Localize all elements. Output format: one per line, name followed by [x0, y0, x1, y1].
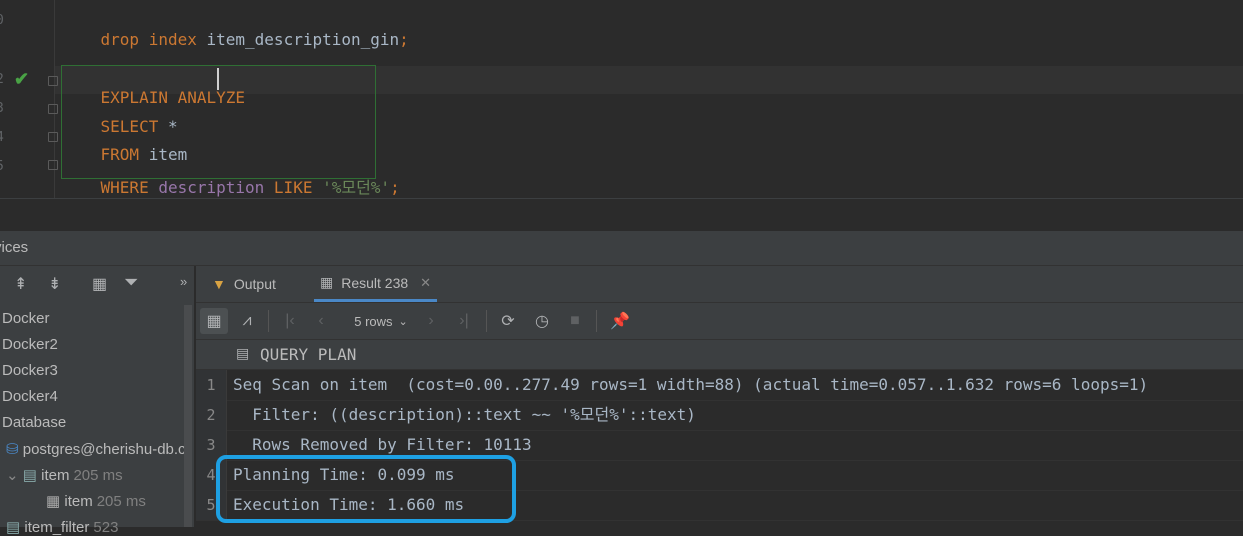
tab-label: Result 238	[341, 274, 409, 291]
tree-item-result[interactable]: ▦ item 205 ms	[46, 492, 146, 510]
code-token: ;	[390, 178, 400, 197]
code-token: LIKE	[273, 178, 323, 197]
query-plan-cell[interactable]: Seq Scan on item (cost=0.00..277.49 rows…	[233, 370, 1148, 400]
row-number: 2	[196, 400, 227, 430]
table-icon: ▦	[46, 493, 61, 510]
services-tree-panel: ⇞ ⇟ ▦ ⏷ » Docker Docker2 Docker3 Docker4…	[0, 266, 195, 536]
line-number: 5	[0, 159, 6, 174]
code-token: '%모던%'	[322, 178, 391, 197]
tree-item-postgres[interactable]: ⛁ postgres@cherishu-db.c	[6, 440, 186, 458]
first-page-icon[interactable]: |‹	[280, 308, 300, 334]
rows-count-label: 5 rows	[354, 313, 393, 329]
tree-item-duration: 523	[93, 519, 119, 536]
filter-icon[interactable]: ⏷	[124, 272, 138, 293]
tree-item-duration: 205 ms	[96, 493, 146, 510]
tree-item-label: Database	[2, 414, 67, 431]
rows-count-select[interactable]: 5 rows ⌄	[346, 308, 416, 334]
tree-item-docker4[interactable]: Docker4	[2, 388, 58, 405]
tree-item-item-filter[interactable]: ▤ item_filter 523	[6, 518, 118, 536]
editor-gutter: 0 2 3 4 5 ✔	[0, 0, 58, 198]
toolbar-separator	[268, 310, 269, 332]
session-icon: ▤	[6, 519, 21, 536]
code-token: WHERE	[100, 178, 159, 197]
tab-output[interactable]: ▼ Output	[212, 266, 276, 302]
tree-item-docker[interactable]: Docker	[2, 310, 50, 327]
table-view-icon[interactable]: ▦	[200, 308, 228, 334]
execution-success-check-icon: ✔	[14, 69, 30, 89]
code-token: item_description_gin	[206, 30, 400, 49]
query-plan-cell[interactable]: Filter: ((description)::text ~~ '%모던%'::…	[233, 400, 696, 430]
column-icon: ▤	[236, 345, 250, 361]
group-by-icon[interactable]: ▦	[92, 274, 107, 294]
column-header-query-plan[interactable]: QUERY PLAN	[260, 340, 356, 369]
result-tabs: ▼ Output ▦ Result 238 ✕	[196, 266, 1243, 303]
fold-marker-icon[interactable]	[48, 160, 58, 170]
tree-item-docker2[interactable]: Docker2	[2, 336, 58, 353]
line-number: 3	[0, 101, 6, 116]
line-number: 0	[0, 13, 6, 28]
collapse-all-icon[interactable]: ⇟	[48, 274, 61, 294]
query-history-icon[interactable]: ◷	[530, 308, 554, 334]
tree-item-label: postgres@cherishu-db.c	[22, 441, 186, 458]
database-connection-icon: ⛁	[6, 441, 19, 458]
sql-editor[interactable]: 0 2 3 4 5 ✔ drop index item_description_…	[0, 0, 1243, 198]
tree-item-docker3[interactable]: Docker3	[2, 362, 58, 379]
panel-divider[interactable]	[0, 198, 1243, 232]
refresh-icon[interactable]: ⟳	[496, 308, 520, 334]
tree-item-database[interactable]: Database	[2, 414, 66, 431]
stop-icon[interactable]: ■	[564, 308, 586, 334]
code-line[interactable]: drop index item_description_gin;	[62, 11, 409, 68]
chevron-down-icon: ⌄	[398, 315, 408, 328]
tree-item-duration: 205 ms	[73, 467, 123, 484]
code-token: ;	[399, 30, 409, 49]
session-icon: ▤	[22, 467, 37, 484]
line-number: 2	[0, 72, 6, 87]
row-number: 1	[196, 370, 227, 400]
output-icon: ▼	[212, 276, 226, 292]
tab-label: Output	[233, 276, 276, 292]
table-icon: ▦	[320, 274, 334, 290]
timing-annotation-highlight	[216, 455, 516, 523]
corner-cell	[196, 340, 226, 369]
tree-item-label: item_filter	[24, 519, 90, 536]
line-number: 4	[0, 130, 6, 145]
table-row[interactable]: 2 Filter: ((description)::text ~~ '%모던%'…	[196, 400, 1243, 431]
tree-item-label: Docker4	[2, 388, 58, 405]
more-chevron-icon[interactable]: »	[180, 274, 187, 289]
tree-item-label: item	[41, 467, 70, 484]
next-page-icon[interactable]: ›	[422, 308, 440, 334]
close-tab-icon[interactable]: ✕	[420, 275, 431, 291]
fold-marker-icon[interactable]	[48, 104, 58, 114]
tree-item-session[interactable]: ⌄ ▤ item 205 ms	[6, 466, 123, 484]
result-toolbar: ▦ ⩘ |‹ ‹ 5 rows ⌄ › ›| ⟳ ◷ ■ 📌	[196, 303, 1243, 340]
code-token: index	[148, 30, 207, 49]
table-row[interactable]: 1 Seq Scan on item (cost=0.00..277.49 ro…	[196, 370, 1243, 401]
code-token: description	[158, 178, 274, 197]
expand-all-icon[interactable]: ⇞	[14, 274, 27, 294]
tab-result-238[interactable]: ▦ Result 238 ✕	[314, 266, 438, 302]
tree-item-label: Docker	[2, 310, 50, 327]
previous-page-icon[interactable]: ‹	[312, 308, 330, 334]
tree-item-label: Docker3	[2, 362, 58, 379]
fold-marker-icon[interactable]	[48, 132, 58, 142]
last-page-icon[interactable]: ›|	[454, 308, 474, 334]
toolbar-separator	[596, 310, 597, 332]
grid-header: ▤ QUERY PLAN	[196, 340, 1243, 370]
services-title: vices	[0, 239, 29, 256]
chart-view-icon[interactable]: ⩘	[234, 308, 260, 334]
text-caret	[217, 68, 219, 90]
expand-arrow-icon[interactable]: ⌄	[6, 467, 19, 484]
tree-item-label: Docker2	[2, 336, 58, 353]
tree-item-label: item	[64, 493, 93, 510]
code-token: drop	[100, 30, 149, 49]
services-title-bar: vices	[0, 231, 1243, 266]
code-token: ANALYZE	[177, 88, 246, 107]
toolbar-separator	[486, 310, 487, 332]
services-scrollbar[interactable]	[184, 305, 192, 527]
fold-marker-icon[interactable]	[48, 76, 58, 86]
pin-icon[interactable]: 📌	[608, 308, 632, 334]
